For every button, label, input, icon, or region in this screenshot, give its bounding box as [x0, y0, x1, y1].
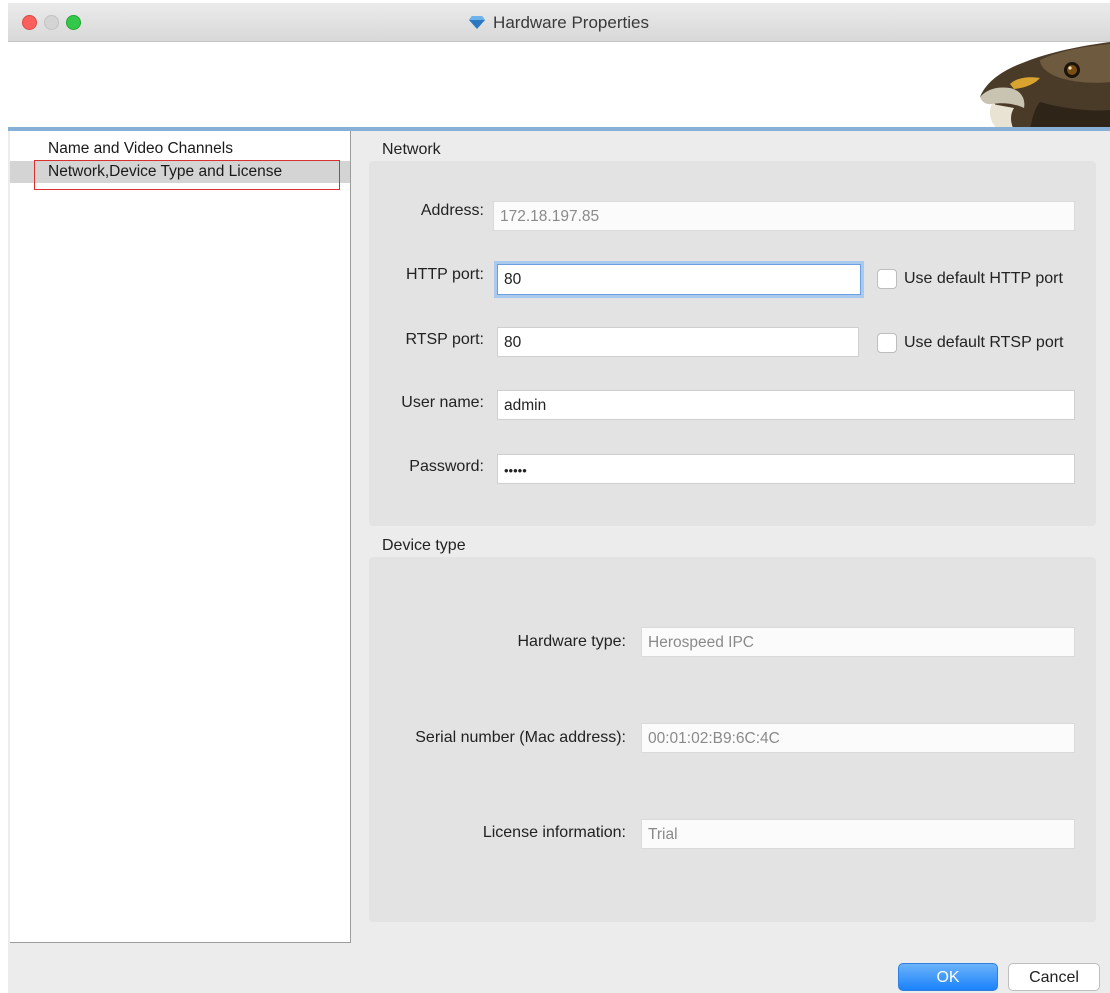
serial-number-field[interactable]: 00:01:02:B9:6C:4C: [641, 723, 1075, 753]
user-name-field[interactable]: admin: [497, 390, 1075, 420]
header-banner: [8, 42, 1110, 128]
hardware-type-field[interactable]: Herospeed IPC: [641, 627, 1075, 657]
rtsp-port-label: RTSP port:: [405, 331, 484, 348]
http-port-label: HTTP port:: [406, 266, 484, 283]
hardware-type-label: Hardware type:: [517, 633, 627, 650]
selection-highlight-box: [34, 160, 340, 190]
window-title: Hardware Properties: [8, 13, 1110, 33]
device-type-group-label: Device type: [382, 537, 466, 554]
ok-button[interactable]: OK: [898, 963, 998, 991]
password-field[interactable]: •••••: [497, 454, 1075, 484]
app-diamond-icon: [469, 16, 486, 29]
use-default-rtsp-port-label[interactable]: Use default RTSP port: [904, 334, 1064, 352]
use-default-http-port-checkbox[interactable]: [877, 269, 897, 289]
window-title-text: Hardware Properties: [493, 13, 649, 32]
license-information-field[interactable]: Trial: [641, 819, 1075, 849]
password-label: Password:: [409, 458, 484, 475]
address-field[interactable]: 172.18.197.85: [493, 201, 1075, 231]
use-default-rtsp-port-checkbox[interactable]: [877, 333, 897, 353]
license-information-label: License information:: [482, 824, 626, 841]
eagle-logo-icon: [980, 42, 1110, 130]
rtsp-port-field[interactable]: 80: [497, 327, 859, 357]
cancel-button[interactable]: Cancel: [1008, 963, 1100, 991]
category-list: Name and Video Channels Network,Device T…: [10, 131, 351, 943]
http-port-field[interactable]: 80: [497, 264, 861, 295]
nav-item-name-and-video-channels[interactable]: Name and Video Channels: [10, 138, 350, 160]
serial-number-label: Serial number (Mac address):: [415, 729, 626, 746]
hardware-properties-window: Hardware Properties Name and Video Chann…: [8, 3, 1110, 993]
use-default-http-port-label[interactable]: Use default HTTP port: [904, 270, 1063, 288]
title-bar: Hardware Properties: [8, 3, 1110, 42]
address-label: Address:: [420, 202, 484, 219]
network-group-label: Network: [382, 141, 441, 158]
user-name-label: User name:: [401, 394, 484, 411]
